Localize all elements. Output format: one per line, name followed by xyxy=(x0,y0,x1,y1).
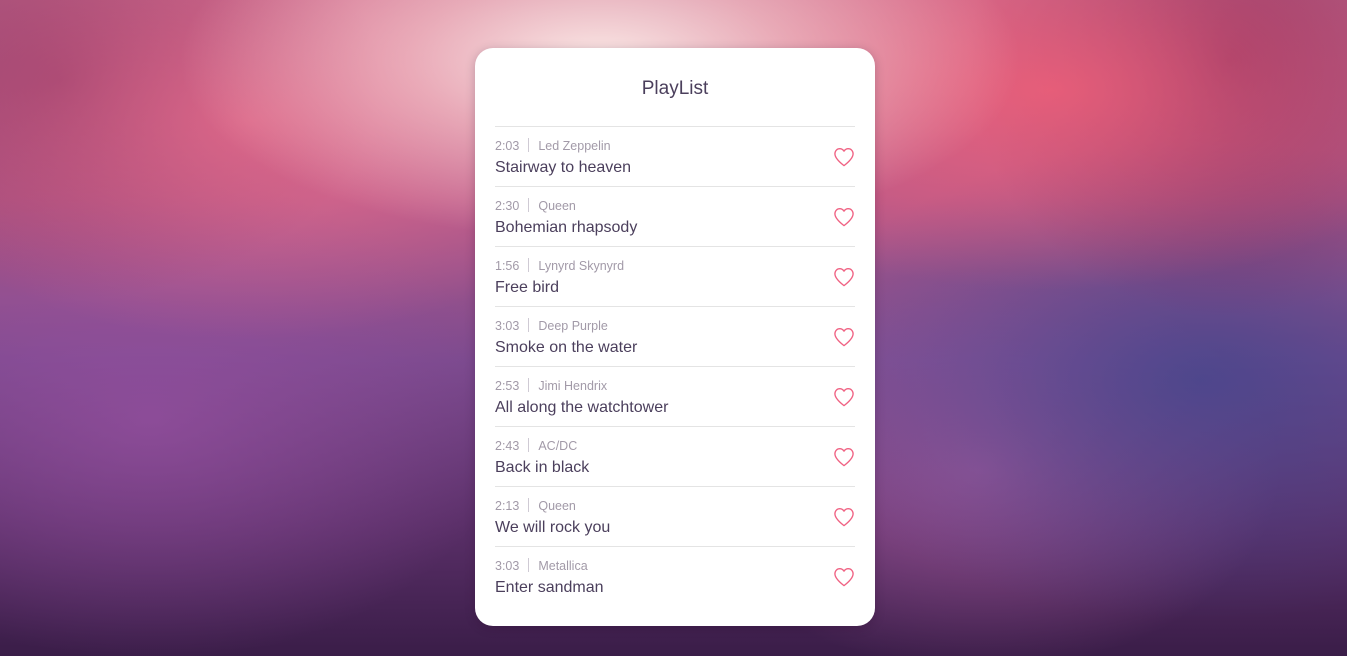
heart-icon[interactable] xyxy=(833,147,855,167)
track-item[interactable]: 3:03 Deep Purple Smoke on the water xyxy=(495,307,855,367)
track-item[interactable]: 2:30 Queen Bohemian rhapsody xyxy=(495,187,855,247)
track-title: We will rock you xyxy=(495,519,611,536)
track-artist: AC/DC xyxy=(538,439,578,453)
track-duration: 2:53 xyxy=(495,379,520,393)
meta-divider xyxy=(528,198,530,212)
track-meta: 3:03 Deep Purple xyxy=(495,318,608,334)
track-item[interactable]: 2:43 AC/DC Back in black xyxy=(495,427,855,487)
track-meta: 2:53 Jimi Hendrix xyxy=(495,378,607,394)
track-item[interactable]: 1:56 Lynyrd Skynyrd Free bird xyxy=(495,247,855,307)
heart-icon[interactable] xyxy=(833,447,855,467)
track-item[interactable]: 2:53 Jimi Hendrix All along the watchtowe… xyxy=(495,367,855,427)
meta-divider xyxy=(528,138,530,152)
track-duration: 3:03 xyxy=(495,559,520,573)
track-title: Back in black xyxy=(495,459,590,476)
meta-divider xyxy=(528,498,530,512)
track-duration: 2:43 xyxy=(495,439,520,453)
track-artist: Led Zeppelin xyxy=(538,139,611,153)
track-meta: 3:03 Metallica xyxy=(495,558,588,574)
playlist-card: PlayList 2:03 Led Zeppelin Stairway to he… xyxy=(475,48,875,626)
track-duration: 2:03 xyxy=(495,139,520,153)
heart-icon[interactable] xyxy=(833,567,855,587)
track-artist: Jimi Hendrix xyxy=(538,379,608,393)
track-artist: Queen xyxy=(538,199,576,213)
track-title: Bohemian rhapsody xyxy=(495,219,638,236)
track-title: Free bird xyxy=(495,279,560,296)
track-list: 2:03 Led Zeppelin Stairway to heaven 2:30… xyxy=(495,127,855,607)
track-meta: 1:56 Lynyrd Skynyrd xyxy=(495,258,624,274)
track-title: Stairway to heaven xyxy=(495,159,632,176)
meta-divider xyxy=(528,438,530,452)
track-duration: 3:03 xyxy=(495,319,520,333)
heart-icon[interactable] xyxy=(833,507,855,527)
heart-icon[interactable] xyxy=(833,327,855,347)
track-duration: 2:13 xyxy=(495,499,520,513)
track-artist: Metallica xyxy=(538,559,588,573)
track-title: All along the watchtower xyxy=(495,399,669,416)
track-meta: 2:30 Queen xyxy=(495,198,576,214)
track-item[interactable]: 3:03 Metallica Enter sandman xyxy=(495,547,855,607)
track-item[interactable]: 2:13 Queen We will rock you xyxy=(495,487,855,547)
track-meta: 2:43 AC/DC xyxy=(495,438,577,454)
track-duration: 1:56 xyxy=(495,259,520,273)
heart-icon[interactable] xyxy=(833,207,855,227)
heart-icon[interactable] xyxy=(833,267,855,287)
heart-icon[interactable] xyxy=(833,387,855,407)
playlist-title: PlayList xyxy=(495,48,855,127)
track-meta: 2:03 Led Zeppelin xyxy=(495,138,611,154)
meta-divider xyxy=(528,378,530,392)
track-artist: Lynyrd Skynyrd xyxy=(538,259,625,273)
track-title: Enter sandman xyxy=(495,579,604,596)
track-title: Smoke on the water xyxy=(495,339,638,356)
meta-divider xyxy=(528,318,530,332)
track-artist: Deep Purple xyxy=(538,319,608,333)
track-item[interactable]: 2:03 Led Zeppelin Stairway to heaven xyxy=(495,127,855,187)
track-artist: Queen xyxy=(538,499,576,513)
track-duration: 2:30 xyxy=(495,199,520,213)
track-meta: 2:13 Queen xyxy=(495,498,576,514)
meta-divider xyxy=(528,558,530,572)
meta-divider xyxy=(528,258,530,272)
